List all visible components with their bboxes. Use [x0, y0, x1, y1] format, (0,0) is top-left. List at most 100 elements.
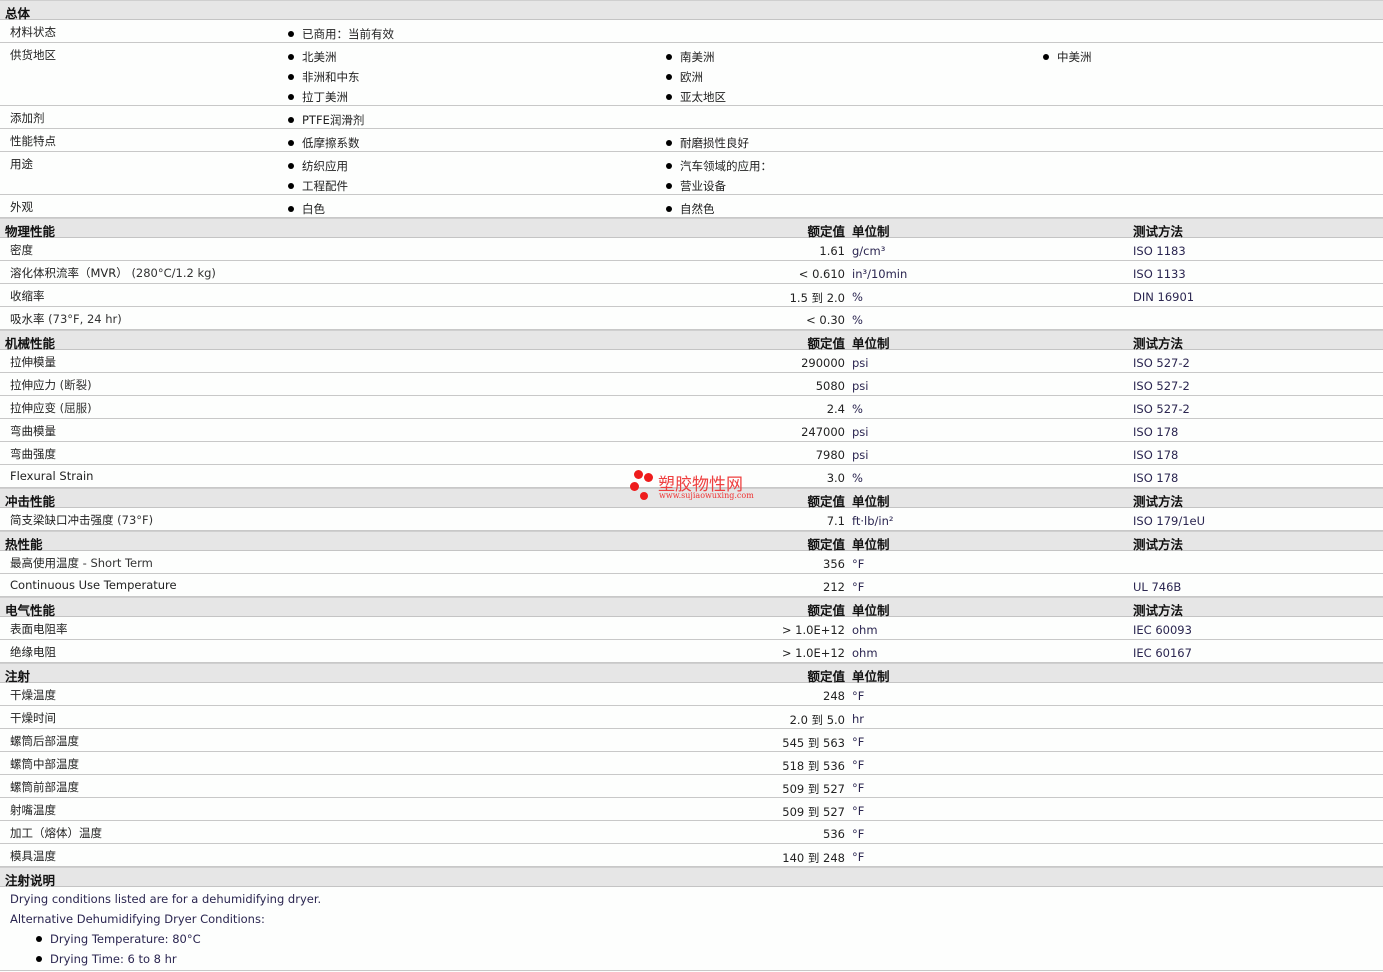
property-value: < 0.30 — [806, 313, 845, 327]
property-label: 弯曲强度 — [10, 446, 56, 462]
property-label: 螺筒中部温度 — [10, 756, 79, 772]
bullet-icon — [288, 31, 294, 37]
row-label: 材料状态 — [10, 25, 56, 39]
note-line: Drying conditions listed are for a dehum… — [10, 892, 322, 906]
bullet-icon — [288, 117, 294, 123]
bullet-column: 自然色 — [666, 199, 715, 219]
property-label: 溶化体积流率（MVR） (280°C/1.2 kg) — [10, 265, 216, 281]
property-value: 509 到 527 — [782, 805, 845, 819]
property-name: 模具温度 — [10, 849, 56, 863]
property-label: 螺筒前部温度 — [10, 779, 79, 795]
property-row: 模具温度 140 到 248 °F — [0, 844, 1383, 867]
property-name: 干燥时间 — [10, 711, 56, 725]
property-condition: (73°F) — [117, 513, 154, 527]
bullet-text: 耐磨损性良好 — [680, 136, 749, 150]
property-row: 吸水率 (73°F, 24 hr) < 0.30% — [0, 307, 1383, 330]
bullet-column: 汽车领域的应用： 营业设备 — [666, 156, 772, 196]
bullet-text: 亚太地区 — [680, 90, 726, 104]
property-name: 拉伸应力 — [10, 378, 56, 392]
property-name: 表面电阻率 — [10, 622, 68, 636]
test-method: ISO 178 — [1133, 425, 1179, 439]
general-row: 供货地区 北美洲 非洲和中东 拉丁美洲 南美洲 欧洲 亚太地区 中美洲 — [0, 43, 1383, 106]
property-name: 最高使用温度 — [10, 556, 79, 570]
bullet-icon — [288, 74, 294, 80]
bullet-column: 低摩擦系数 — [288, 133, 360, 153]
property-unit: psi — [852, 448, 869, 462]
property-label: 密度 — [10, 242, 33, 258]
bullet-item: 南美洲 — [666, 47, 726, 67]
property-name: 密度 — [10, 243, 33, 257]
bullet-icon — [288, 94, 294, 100]
bullet-item: 白色 — [288, 199, 325, 219]
section-header: 电气性能 额定值 单位制 测试方法 — [0, 597, 1383, 618]
property-label: 干燥温度 — [10, 687, 56, 703]
bullet-column: 耐磨损性良好 — [666, 133, 749, 153]
property-name: 螺筒中部温度 — [10, 757, 79, 771]
test-method: ISO 527-2 — [1133, 379, 1190, 393]
property-row: 弯曲模量 247000 psi ISO 178 — [0, 419, 1383, 442]
bullet-column: 北美洲 非洲和中东 拉丁美洲 — [288, 47, 360, 107]
property-label: 弯曲模量 — [10, 423, 56, 439]
bullet-icon — [666, 183, 672, 189]
bullet-icon — [666, 74, 672, 80]
property-value: 140 到 248 — [782, 851, 845, 865]
bullet-icon — [666, 54, 672, 60]
general-row: 添加剂 PTFE润滑剂 — [0, 106, 1383, 129]
bullet-text: 汽车领域的应用： — [680, 159, 772, 173]
property-value: 536 — [823, 827, 845, 841]
bullet-text: 纺织应用 — [302, 159, 348, 173]
test-method: ISO 179/1eU — [1133, 514, 1206, 528]
property-label: 最高使用温度 - Short Term — [10, 555, 153, 571]
bullet-item: 非洲和中东 — [288, 67, 360, 87]
property-label: 表面电阻率 — [10, 621, 68, 637]
general-row: 性能特点 低摩擦系数 耐磨损性良好 — [0, 129, 1383, 152]
property-condition: (断裂) — [59, 378, 92, 392]
property-label: 拉伸应变 (屈服) — [10, 400, 92, 416]
notes-body: Drying conditions listed are for a dehum… — [0, 887, 1383, 971]
bullet-item: 汽车领域的应用： — [666, 156, 772, 176]
bullet-text: 白色 — [302, 202, 325, 216]
property-name: 绝缘电阻 — [10, 645, 56, 659]
property-label: 拉伸应力 (断裂) — [10, 377, 92, 393]
property-unit: g/cm³ — [852, 244, 886, 258]
note-bullet: Drying Temperature: 80°C — [36, 932, 201, 946]
property-unit: °F — [852, 758, 865, 772]
section-header: 热性能 额定值 单位制 测试方法 — [0, 531, 1383, 552]
property-label: 简支梁缺口冲击强度 (73°F) — [10, 512, 153, 528]
section-header-notes: 注射说明 — [0, 867, 1383, 888]
property-value: 247000 — [801, 425, 845, 439]
property-unit: °F — [852, 689, 865, 703]
property-row: 拉伸应变 (屈服) 2.4% ISO 527-2 — [0, 396, 1383, 419]
bullet-icon — [288, 206, 294, 212]
bullet-text: 拉丁美洲 — [302, 90, 348, 104]
property-name: 射嘴温度 — [10, 803, 56, 817]
property-name: Continuous Use Temperature — [10, 578, 177, 592]
property-row: 螺筒后部温度 545 到 563 °F — [0, 729, 1383, 752]
property-unit: hr — [852, 712, 865, 726]
property-unit: % — [852, 290, 863, 304]
bullet-item: 拉丁美洲 — [288, 87, 360, 107]
bullet-text: 营业设备 — [680, 179, 726, 193]
property-label: 收缩率 — [10, 288, 45, 304]
note-line: Alternative Dehumidifying Dryer Conditio… — [10, 912, 265, 926]
property-unit: ohm — [852, 646, 878, 660]
bullet-item: PTFE润滑剂 — [288, 110, 364, 130]
property-unit: °F — [852, 804, 865, 818]
property-value: 290000 — [801, 356, 845, 370]
row-label: 用途 — [10, 157, 33, 171]
bullet-icon — [666, 206, 672, 212]
property-row: 干燥时间 2.0 到 5.0 hr — [0, 706, 1383, 729]
test-method: ISO 1183 — [1133, 244, 1186, 258]
property-label: 绝缘电阻 — [10, 644, 56, 660]
property-unit: % — [852, 471, 863, 485]
property-row: 绝缘电阻 > 1.0E+12 ohm IEC 60167 — [0, 640, 1383, 663]
property-condition: (屈服) — [59, 401, 92, 415]
bullet-icon — [36, 936, 42, 942]
general-row: 材料状态 已商用：当前有效 — [0, 20, 1383, 43]
bullet-item: 欧洲 — [666, 67, 726, 87]
property-value: 7980 — [815, 448, 845, 462]
test-method: ISO 527-2 — [1133, 356, 1190, 370]
property-name: 加工（熔体）温度 — [10, 826, 102, 840]
bullet-icon — [666, 94, 672, 100]
property-row: 弯曲强度 7980 psi ISO 178 — [0, 442, 1383, 465]
